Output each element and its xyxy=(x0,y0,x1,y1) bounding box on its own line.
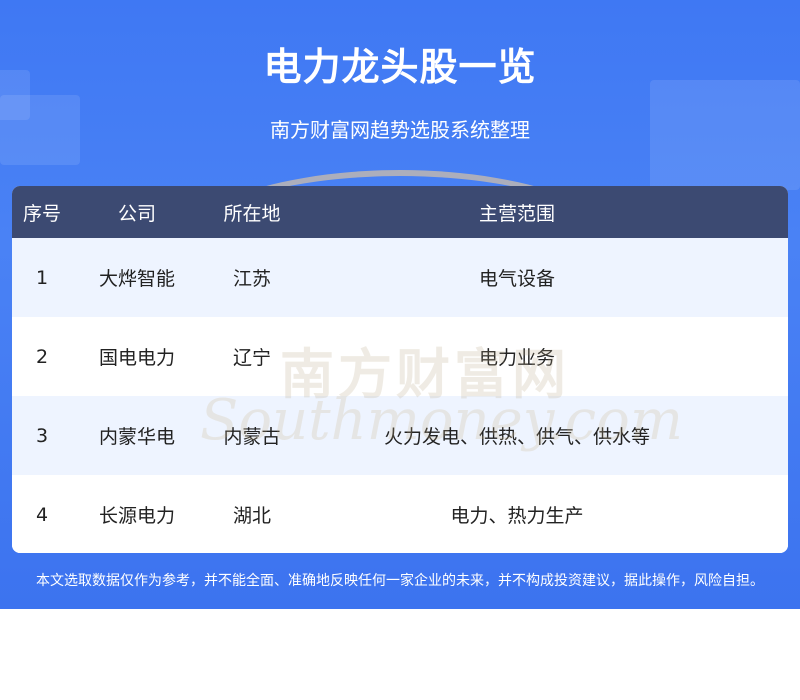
column-header-company: 公司 xyxy=(117,202,156,225)
row-business: 电力业务 xyxy=(478,347,555,369)
banner-background: 电力龙头股一览 南方财富网趋势选股系统整理 序号 公司 所在地 主营范围 1 大… xyxy=(0,0,800,609)
column-header-number: 序号 xyxy=(22,202,61,225)
table-row: 1 大烨智能 江苏 电气设备 xyxy=(12,238,788,317)
row-business: 电气设备 xyxy=(478,268,555,290)
disclaimer-text: 本文选取数据仅作为参考，并不能全面、准确地反映任何一家企业的未来，并不构成投资建… xyxy=(36,573,764,589)
column-header-location: 所在地 xyxy=(223,202,281,225)
page-title: 电力龙头股一览 xyxy=(263,45,537,89)
page-subtitle: 南方财富网趋势选股系统整理 xyxy=(270,118,530,142)
row-business: 电力、热力生产 xyxy=(450,505,584,527)
row-company: 内蒙华电 xyxy=(98,426,175,448)
table-row: 3 内蒙华电 内蒙古 火力发电、供热、供气、供水等 xyxy=(12,396,788,475)
table-header: 序号 公司 所在地 主营范围 xyxy=(12,186,788,238)
row-number: 3 xyxy=(35,424,49,447)
column-header-business: 主营范围 xyxy=(478,202,555,225)
row-location: 内蒙古 xyxy=(223,426,281,448)
table-row: 2 国电电力 辽宁 电力业务 xyxy=(12,317,788,396)
row-company: 国电电力 xyxy=(98,347,175,369)
row-number: 4 xyxy=(35,503,49,526)
row-location: 江苏 xyxy=(232,268,271,290)
row-company: 大烨智能 xyxy=(98,268,175,290)
table-card: 序号 公司 所在地 主营范围 1 大烨智能 江苏 电气设备 2 国电电力 辽宁 … xyxy=(12,186,788,553)
row-business: 火力发电、供热、供气、供水等 xyxy=(383,426,650,448)
row-location: 辽宁 xyxy=(232,347,271,369)
table-row: 4 长源电力 湖北 电力、热力生产 xyxy=(12,475,788,553)
row-company: 长源电力 xyxy=(98,505,175,527)
row-location: 湖北 xyxy=(232,505,271,527)
row-number: 2 xyxy=(35,345,49,368)
row-number: 1 xyxy=(35,266,49,289)
